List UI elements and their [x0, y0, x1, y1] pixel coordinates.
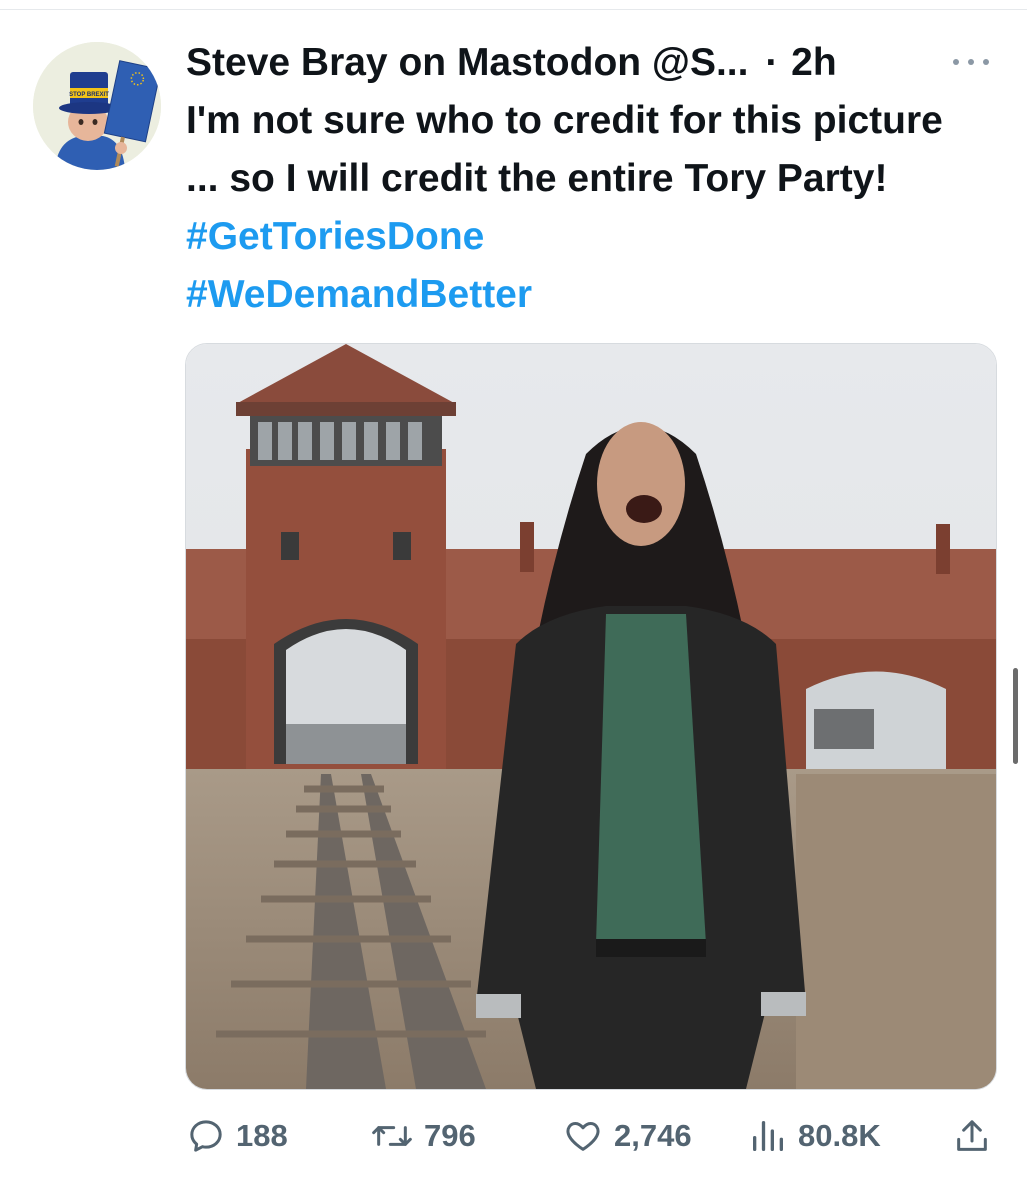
reply-count: 188: [236, 1118, 288, 1153]
more-dots-icon[interactable]: [948, 52, 994, 72]
views-count: 80.8K: [798, 1118, 881, 1153]
hashtag-gettoriesdone[interactable]: #GetToriesDone: [186, 215, 484, 258]
like-button[interactable]: 2,746: [562, 1108, 692, 1164]
header-separator: ·: [765, 41, 779, 84]
retweet-icon: [372, 1126, 412, 1146]
tweet-action-bar: 188 796 2,746 80.8K: [0, 1108, 1027, 1164]
author-avatar[interactable]: STOP BREXIT: [33, 42, 161, 170]
avatar-hat-text: STOP BREXIT: [69, 92, 109, 98]
retweet-button[interactable]: 796: [370, 1108, 476, 1164]
views-button[interactable]: 80.8K: [748, 1108, 881, 1164]
heart-icon: [566, 1122, 600, 1151]
tweet-media-image[interactable]: [185, 343, 997, 1090]
share-upload-icon: [957, 1120, 987, 1151]
top-divider: [0, 9, 1027, 10]
reply-button[interactable]: 188: [186, 1108, 288, 1164]
retweet-count: 796: [424, 1118, 476, 1153]
hashtag-wedemandbetter[interactable]: #WeDemandBetter: [186, 273, 532, 316]
tweet-text-main: I'm not sure who to credit for this pict…: [186, 99, 943, 200]
reply-bubble-icon: [190, 1120, 222, 1152]
photo-illustration: [186, 344, 996, 1089]
share-button[interactable]: [952, 1108, 1002, 1164]
tweet-time[interactable]: 2h: [791, 41, 837, 84]
avatar-illustration: STOP BREXIT: [33, 42, 161, 170]
tweet-text: I'm not sure who to credit for this pict…: [186, 92, 986, 324]
author-name[interactable]: Steve Bray on Mastodon @S...: [186, 41, 748, 84]
views-bar-chart-icon: [753, 1121, 783, 1151]
like-count: 2,746: [614, 1118, 692, 1153]
tweet-header: Steve Bray on Mastodon @S... · 2h: [186, 38, 946, 88]
scrollbar[interactable]: [1013, 668, 1018, 764]
